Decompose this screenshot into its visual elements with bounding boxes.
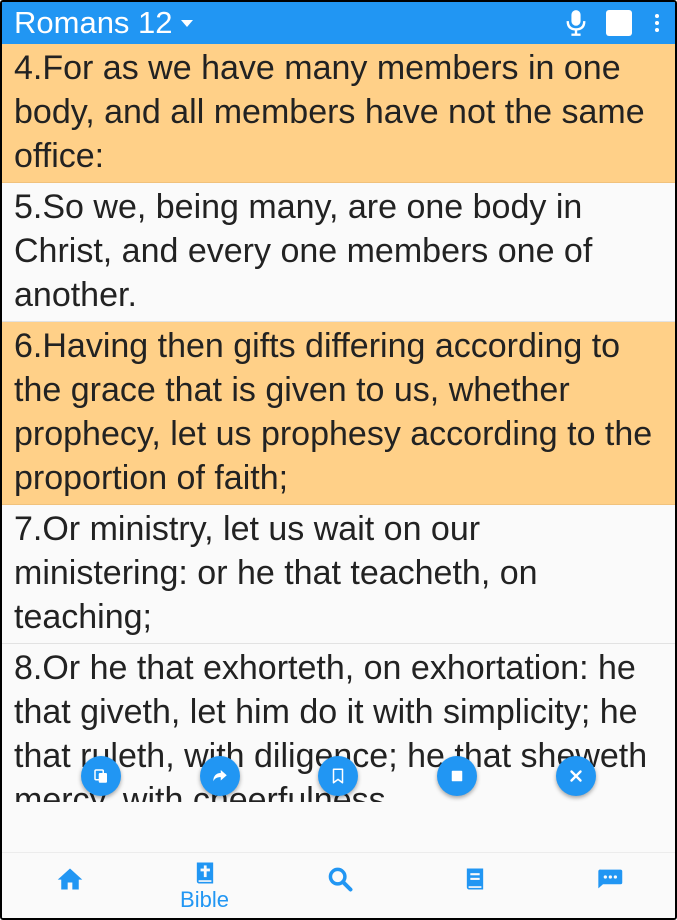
nav-bible[interactable]: Bible — [137, 853, 272, 918]
bookmark-icon — [332, 768, 344, 784]
verse-list[interactable]: 4.For as we have many members in one bod… — [2, 44, 675, 802]
chat-icon — [597, 869, 622, 889]
copy-button[interactable] — [81, 756, 121, 796]
nav-chat[interactable] — [542, 853, 675, 918]
more-vert-icon[interactable] — [647, 2, 667, 44]
nav-home[interactable] — [2, 853, 137, 918]
copy-icon — [94, 769, 107, 783]
chapter-selector[interactable]: Romans 12 — [14, 2, 193, 44]
app-frame: Romans 12 4.For as we have many members … — [0, 0, 677, 920]
bookmark-button[interactable] — [318, 756, 358, 796]
stop-button[interactable] — [437, 756, 477, 796]
share-button[interactable] — [200, 756, 240, 796]
chapter-title: Romans 12 — [14, 5, 173, 40]
app-bar-actions — [563, 2, 675, 44]
bottom-navigation: Bible — [2, 852, 675, 918]
verse-item[interactable]: 4.For as we have many members in one bod… — [2, 44, 675, 183]
stop-icon — [451, 770, 463, 782]
bible-icon — [196, 862, 213, 884]
verse-item[interactable]: 6.Having then gifts differing according … — [2, 322, 675, 505]
nav-search[interactable] — [272, 853, 407, 918]
dropdown-caret-icon — [180, 19, 193, 27]
book-icon — [466, 868, 483, 890]
verse-item[interactable]: 5.So we, being many, are one body in Chr… — [2, 183, 675, 322]
close-icon — [570, 770, 582, 782]
verse-item[interactable]: 7.Or ministry, let us wait on our minist… — [2, 505, 675, 644]
square-icon[interactable] — [603, 2, 635, 44]
app-bar: Romans 12 — [2, 2, 675, 44]
nav-book[interactable] — [407, 853, 542, 918]
mic-icon[interactable] — [563, 2, 589, 44]
share-icon — [213, 770, 227, 782]
home-icon — [57, 868, 82, 890]
close-button[interactable] — [556, 756, 596, 796]
search-icon — [328, 867, 352, 892]
nav-bible-label: Bible — [180, 887, 229, 912]
